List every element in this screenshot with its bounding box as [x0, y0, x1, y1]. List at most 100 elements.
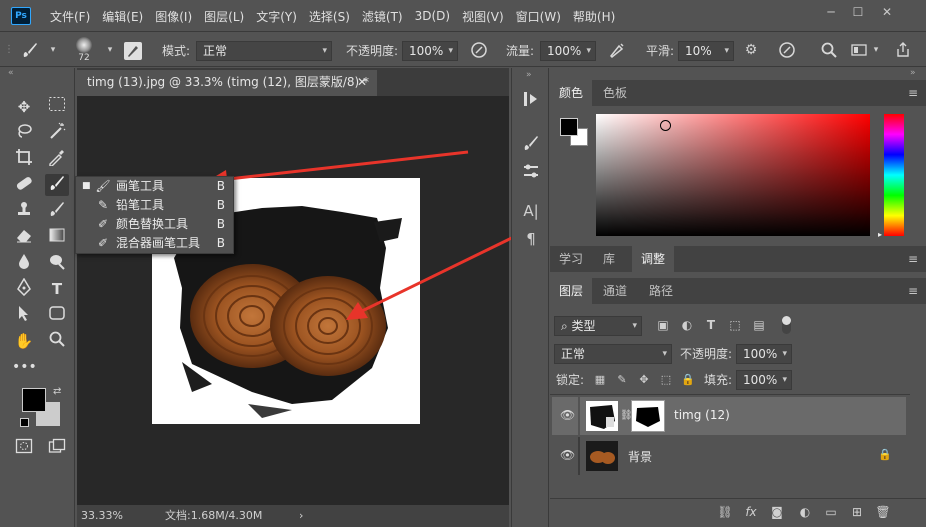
menu-view[interactable]: 视图(V)	[456, 8, 510, 25]
saturation-brightness-field[interactable]	[596, 114, 870, 236]
layer-filter-select[interactable]: ⌕ 类型 ▾	[554, 316, 642, 336]
flyout-item-brush[interactable]: ■ 🖌 画笔工具 B	[76, 177, 233, 196]
menu-filter[interactable]: 滤镜(T)	[356, 8, 409, 25]
blend-mode-select[interactable]: 正常 ▾	[554, 344, 672, 364]
visibility-eye-icon[interactable]: 👁	[560, 448, 575, 462]
collapse-icon[interactable]: »	[526, 70, 532, 80]
gear-icon[interactable]: ⚙	[740, 41, 762, 59]
menu-type[interactable]: 文字(Y)	[250, 8, 303, 25]
path-selection-icon[interactable]	[12, 304, 36, 326]
flow-input[interactable]: 100% ▾	[540, 41, 596, 61]
airbrush-icon[interactable]	[606, 41, 628, 64]
clone-stamp-icon[interactable]	[12, 200, 36, 222]
pressure-size-icon[interactable]	[776, 41, 798, 64]
add-mask-icon[interactable]: ◙	[768, 503, 786, 521]
crop-tool-icon[interactable]	[12, 148, 36, 170]
opacity-input[interactable]: 100% ▾	[402, 41, 458, 61]
chevron-down-icon[interactable]: ▾	[104, 41, 116, 59]
layer-name[interactable]: timg (12)	[674, 408, 730, 422]
mode-select[interactable]: 正常 ▾	[196, 41, 332, 61]
panel-menu-icon[interactable]: ≡	[908, 284, 918, 298]
smoothing-input[interactable]: 10% ▾	[678, 41, 734, 61]
rectangle-tool-icon[interactable]	[45, 304, 69, 326]
menu-layer[interactable]: 图层(L)	[198, 8, 250, 25]
type-tool-icon[interactable]: T	[45, 278, 69, 300]
menu-3d[interactable]: 3D(D)	[409, 9, 456, 23]
layer-name[interactable]: 背景	[628, 448, 652, 465]
lock-all-icon[interactable]: 🔒	[680, 371, 696, 389]
menu-file[interactable]: 文件(F)	[44, 8, 96, 25]
menu-image[interactable]: 图像(I)	[149, 8, 198, 25]
hue-slider-handle[interactable]: ▸	[878, 230, 882, 239]
zoom-level[interactable]: 33.33%	[81, 505, 123, 527]
brush-settings-panel-toggle[interactable]	[124, 42, 142, 60]
color-picker-cursor[interactable]	[660, 120, 671, 131]
link-layers-icon[interactable]: ⛓	[716, 503, 734, 521]
minimize-button[interactable]: ─	[818, 4, 844, 20]
trash-icon[interactable]: 🗑	[874, 503, 892, 521]
close-button[interactable]: ✕	[874, 4, 900, 20]
screen-mode-icon[interactable]	[45, 438, 69, 460]
hand-tool-icon[interactable]: ✋	[12, 330, 36, 352]
brush-preset-picker[interactable]: 72	[64, 37, 104, 65]
search-icon[interactable]	[818, 41, 840, 64]
collapse-icon[interactable]: «	[8, 68, 14, 78]
character-panel-icon[interactable]: A|	[520, 202, 542, 220]
lock-transparency-icon[interactable]: ▦	[592, 371, 608, 389]
history-brush-icon[interactable]	[45, 200, 69, 222]
lock-position-icon[interactable]: ✥	[636, 371, 652, 389]
brush-presets-icon[interactable]	[520, 162, 542, 185]
eraser-icon[interactable]	[12, 226, 36, 248]
maximize-button[interactable]: ☐	[845, 4, 871, 20]
dodge-tool-icon[interactable]	[45, 252, 69, 274]
chevron-down-icon[interactable]: ▾	[870, 41, 882, 59]
zoom-tool-icon[interactable]	[45, 330, 69, 352]
gradient-tool-icon[interactable]	[45, 226, 69, 248]
tab-adjustments[interactable]: 调整	[632, 246, 675, 272]
status-menu-arrow[interactable]: ›	[299, 505, 303, 527]
menu-edit[interactable]: 编辑(E)	[96, 8, 149, 25]
layer-thumbnail[interactable]	[586, 401, 618, 431]
pen-tool-icon[interactable]	[12, 277, 36, 300]
menu-window[interactable]: 窗口(W)	[510, 8, 567, 25]
workspace-icon[interactable]	[848, 41, 870, 64]
layer-mask-thumbnail[interactable]	[631, 400, 665, 432]
more-tools-icon[interactable]: •••	[12, 356, 37, 378]
tab-color[interactable]: 颜色	[550, 80, 593, 106]
quick-mask-icon[interactable]	[12, 438, 36, 460]
close-tab-icon[interactable]: ✕	[357, 70, 367, 94]
tool-preset-button[interactable]	[18, 40, 42, 62]
flyout-item-mixer-brush[interactable]: ✐ 混合器画笔工具 B	[76, 234, 233, 253]
visibility-eye-icon[interactable]: 👁	[560, 408, 575, 422]
document-tab[interactable]: timg (13).jpg @ 33.3% (timg (12), 图层蒙版/8…	[77, 70, 377, 96]
tab-layers[interactable]: 图层	[550, 278, 593, 304]
filter-toggle[interactable]	[782, 316, 791, 334]
collapse-icon[interactable]: »	[910, 68, 916, 78]
menu-select[interactable]: 选择(S)	[303, 8, 356, 25]
filter-smart-object-icon[interactable]: ▤	[750, 316, 768, 334]
layer-row-background[interactable]: 👁 背景 🔒	[552, 437, 906, 475]
lock-pixels-icon[interactable]: ✎	[614, 371, 630, 389]
fill-input[interactable]: 100% ▾	[736, 370, 792, 390]
layer-thumbnail[interactable]	[586, 441, 618, 471]
healing-brush-icon[interactable]	[12, 174, 36, 196]
panel-menu-icon[interactable]: ≡	[908, 252, 918, 266]
lasso-tool-icon[interactable]	[12, 122, 36, 144]
tab-learn[interactable]: 学习	[550, 246, 592, 272]
tab-libraries[interactable]: 库	[594, 246, 624, 272]
new-layer-icon[interactable]: ⊞	[848, 503, 866, 521]
share-icon[interactable]	[892, 41, 914, 64]
magic-wand-icon[interactable]	[45, 122, 69, 144]
swap-colors-icon[interactable]: ⇄	[53, 386, 61, 397]
filter-shape-icon[interactable]: ⬚	[726, 316, 744, 334]
tab-channels[interactable]: 通道	[594, 278, 636, 304]
panel-menu-icon[interactable]: ≡	[908, 86, 918, 100]
paragraph-panel-icon[interactable]: ¶	[520, 230, 542, 248]
link-mask-icon[interactable]: ⛓	[620, 410, 633, 421]
flyout-item-color-replacement[interactable]: ✐ 颜色替换工具 B	[76, 215, 233, 234]
pressure-opacity-icon[interactable]	[468, 41, 490, 64]
history-panel-icon[interactable]	[520, 90, 542, 113]
flyout-item-pencil[interactable]: ✎ 铅笔工具 B	[76, 196, 233, 215]
layer-row-timg12[interactable]: 👁 ⛓ timg (12)	[552, 397, 906, 435]
hue-slider[interactable]: ▸	[878, 114, 904, 239]
